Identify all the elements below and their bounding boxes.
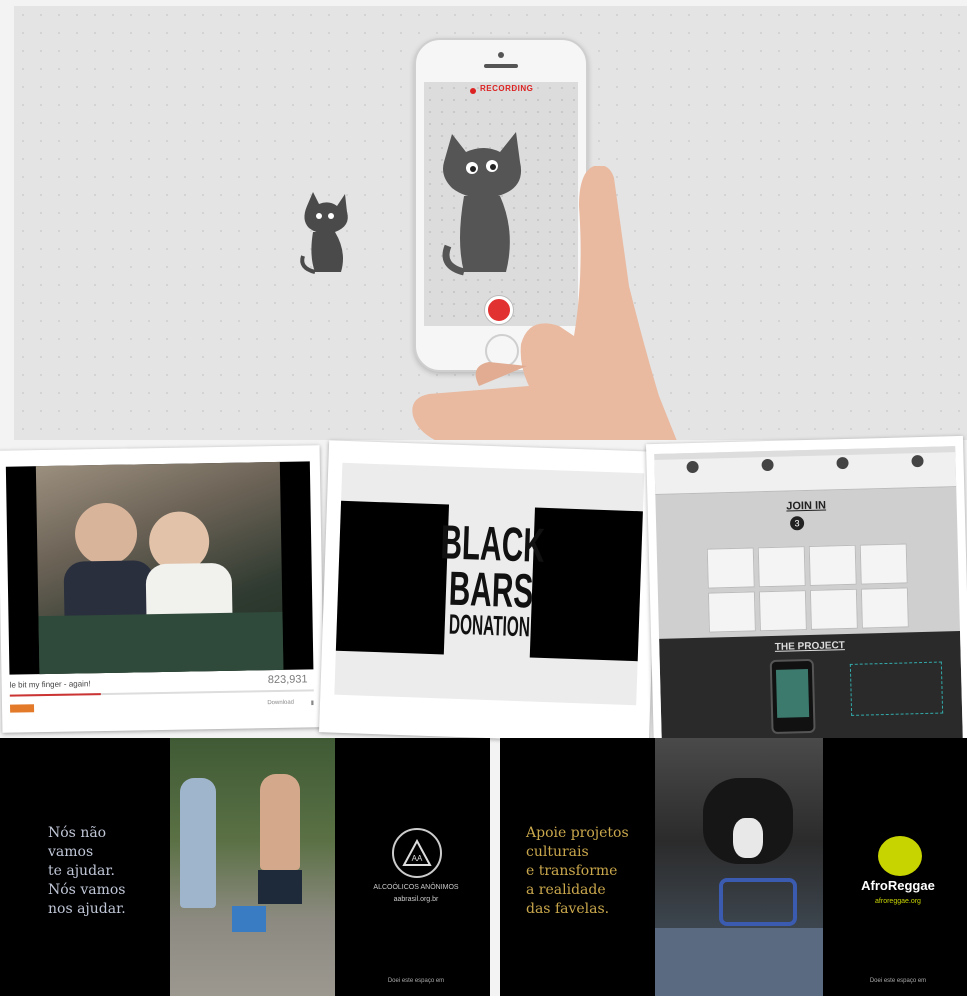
record-label: RECORDING [480,84,534,93]
afroreggae-ad-panel: Apoie projetos culturais e transforme a … [500,738,967,996]
option-grid [706,543,909,633]
video-meta: le bit my finger - again! 823,931 Downlo… [10,673,315,728]
website-card: JOIN IN 3 THE PROJECT [645,435,967,755]
title-line-3: DONATION [448,608,531,643]
hero-image: RECORDING [14,6,967,440]
dog-in-car-photo [655,738,823,996]
action-download[interactable]: Download [267,700,294,706]
aa-logo-icon: AA [392,828,442,878]
site-header [654,446,957,495]
youtube-video-card: le bit my finger - again! 823,931 Downlo… [0,445,325,733]
join-heading: JOIN IN [786,499,827,513]
right-black-bar [529,507,643,662]
aa-ad-text: Nós não vamos te ajudar. Nós vamos nos a… [48,825,126,917]
hand-illustration [412,166,677,440]
black-bars-card: BLACK BARS DONATION [319,440,659,744]
aa-footer: Doei este espaço em [387,978,445,984]
option-tile[interactable] [860,587,909,629]
comment-icon[interactable]: ▮ [311,699,314,706]
svg-text:AA: AA [412,854,423,863]
nav-icon-4[interactable] [911,454,925,468]
left-black-bar [335,500,450,655]
small-cat-illustration [300,192,348,274]
title-line-2: BARS [448,562,535,619]
option-tile[interactable] [809,588,858,630]
project-heading: THE PROJECT [774,640,845,653]
black-bars-slide: BLACK BARS DONATION [334,462,645,706]
nav-icon-3[interactable] [836,456,849,470]
project-section: THE PROJECT [659,631,963,746]
diagram [849,661,944,716]
video-title[interactable]: le bit my finger - again! [10,679,91,689]
afro-ad-text: Apoie projetos culturais e transforme a … [526,825,629,917]
website-screenshot: JOIN IN 3 THE PROJECT [654,446,963,746]
camera-icon [498,52,504,58]
aa-org-name: ALCOÓLICOS ANÔNIMOS [373,884,459,891]
phone-illustration [769,658,816,735]
subscribe-badge[interactable] [9,704,35,713]
nav-icon-2[interactable] [761,458,774,472]
option-tile[interactable] [707,591,756,633]
step-indicator[interactable]: 3 [789,516,805,531]
aa-url[interactable]: aabrasil.org.br [366,896,466,903]
record-indicator-icon [470,88,476,94]
afro-footer: Doei este espaço em [869,978,927,984]
aa-ad-panel: Nós não vamos te ajudar. Nós vamos nos a… [0,738,490,996]
option-tile[interactable] [808,544,857,586]
speaker-grille [484,64,518,68]
video-frame[interactable] [5,461,314,675]
ice-bucket-photo [170,738,335,996]
afroreggae-logo-icon [878,836,922,876]
option-tile[interactable] [706,547,755,589]
option-tile[interactable] [758,590,807,632]
option-tile[interactable] [859,543,908,585]
children-video-still [35,461,284,675]
option-tile[interactable] [757,546,806,588]
progress-bar[interactable] [9,689,314,697]
view-count: 823,931 [267,673,308,687]
afro-org-name: AfroReggae [861,878,935,893]
nav-icon-1[interactable] [686,460,699,474]
afro-url[interactable]: afroreggae.org [848,898,948,905]
black-bars-title: BLACK BARS DONATION [440,505,546,658]
